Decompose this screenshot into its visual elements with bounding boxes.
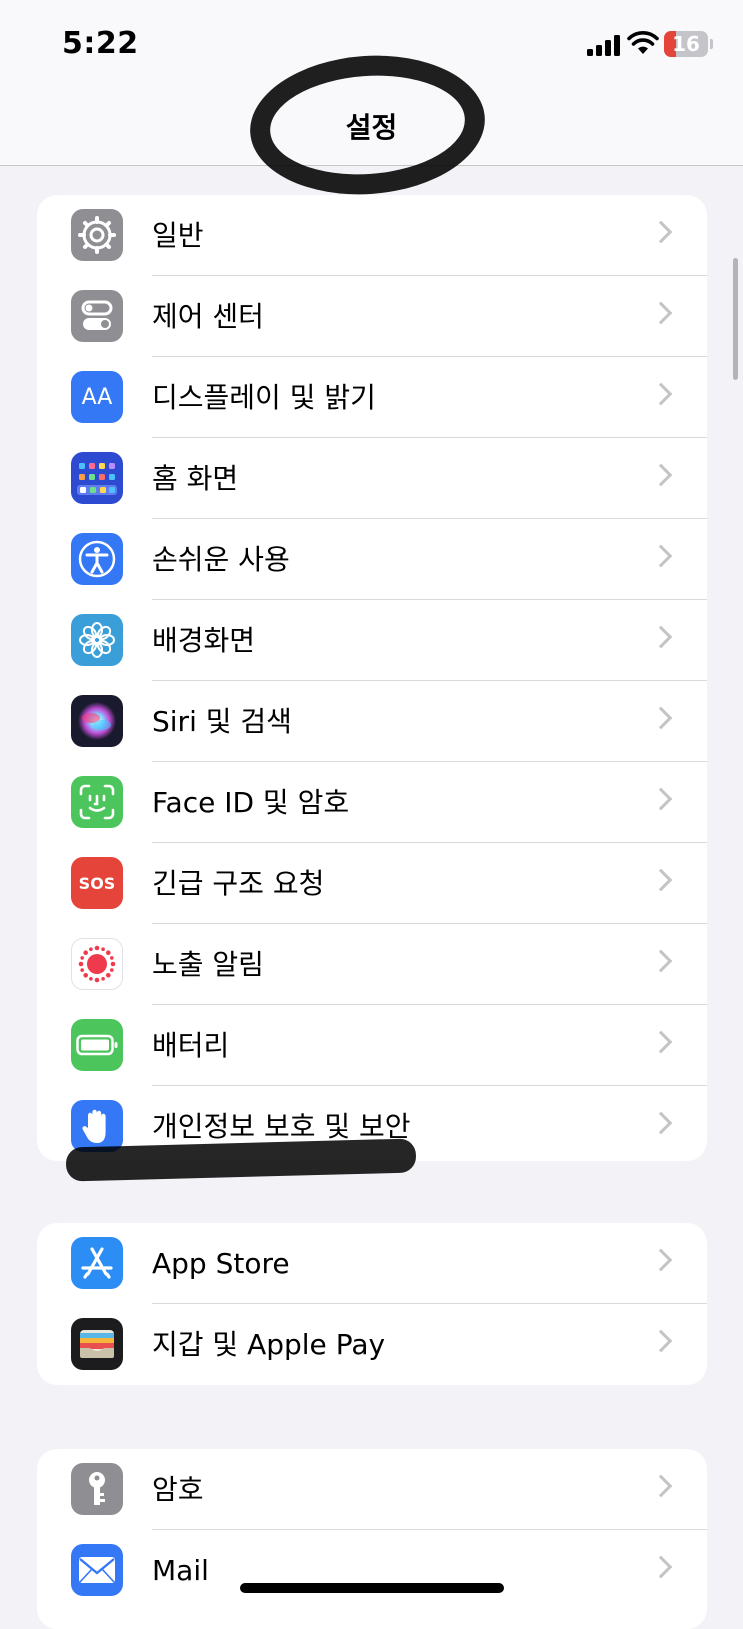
settings-row-label: 제어 센터 — [152, 300, 264, 333]
cellular-signal-icon — [587, 34, 621, 56]
wallpaper-icon — [71, 614, 123, 666]
settings-row-emergency-sos[interactable]: SOS 긴급 구조 요청 — [37, 843, 707, 924]
settings-row-wallet[interactable]: 지갑 및 Apple Pay — [37, 1304, 707, 1385]
settings-group-store: App Store 지갑 및 Apple Pay — [37, 1223, 707, 1385]
settings-row-label: 배터리 — [152, 1029, 230, 1062]
siri-icon — [71, 695, 123, 747]
settings-row-siri[interactable]: Siri 및 검색 — [37, 681, 707, 762]
chevron-right-icon — [649, 220, 673, 244]
settings-row-label: 노출 알림 — [152, 948, 264, 981]
face-id-icon — [71, 776, 123, 828]
battery-icon — [71, 1019, 123, 1071]
settings-row-wallpaper[interactable]: 배경화면 — [37, 600, 707, 681]
battery-level: 16 — [672, 32, 700, 56]
settings-row-label: 암호 — [152, 1473, 204, 1506]
settings-row-label: 홈 화면 — [152, 462, 239, 495]
settings-row-passwords[interactable]: 암호 — [37, 1449, 707, 1530]
settings-row-face-id[interactable]: Face ID 및 암호 — [37, 762, 707, 843]
settings-row-home-screen[interactable]: 홈 화면 — [37, 438, 707, 519]
settings-row-label: 디스플레이 및 밝기 — [152, 381, 376, 414]
settings-row-control-center[interactable]: 제어 센터 — [37, 276, 707, 357]
settings-row-label: Face ID 및 암호 — [152, 786, 350, 819]
settings-row-label: 일반 — [152, 219, 204, 252]
battery-tip — [710, 39, 713, 49]
chevron-right-icon — [649, 463, 673, 487]
settings-row-exposure-notifications[interactable]: 노출 알림 — [37, 924, 707, 1005]
chevron-right-icon — [649, 1111, 673, 1135]
wallet-icon — [71, 1318, 123, 1370]
display-icon-glyph: AA — [81, 384, 113, 410]
sos-icon: SOS — [71, 857, 123, 909]
settings-row-label: Siri 및 검색 — [152, 705, 292, 738]
settings-row-label: 손쉬운 사용 — [152, 543, 290, 576]
chevron-right-icon — [649, 1555, 673, 1579]
gear-icon — [71, 209, 123, 261]
settings-row-mail[interactable]: Mail — [37, 1530, 707, 1611]
exposure-icon — [71, 938, 123, 990]
chevron-right-icon — [649, 544, 673, 568]
wifi-icon — [627, 31, 659, 54]
home-indicator[interactable] — [240, 1583, 504, 1593]
accessibility-icon — [71, 533, 123, 585]
settings-row-label: 지갑 및 Apple Pay — [152, 1328, 386, 1361]
chevron-right-icon — [649, 1030, 673, 1054]
home-screen-icon — [71, 452, 123, 504]
key-icon — [71, 1463, 123, 1515]
chevron-right-icon — [649, 1248, 673, 1272]
settings-row-label: 배경화면 — [152, 624, 256, 657]
chevron-right-icon — [649, 706, 673, 730]
mail-icon — [71, 1544, 123, 1596]
chevron-right-icon — [649, 787, 673, 811]
chevron-right-icon — [649, 868, 673, 892]
hand-icon — [71, 1100, 123, 1152]
chevron-right-icon — [649, 382, 673, 406]
battery-indicator: 16 — [664, 31, 708, 57]
settings-row-label: App Store — [152, 1247, 290, 1280]
app-store-icon — [71, 1237, 123, 1289]
chevron-right-icon — [649, 1474, 673, 1498]
settings-row-label: Mail — [152, 1554, 209, 1587]
chevron-right-icon — [649, 1329, 673, 1353]
settings-group-system: 일반 제어 센터 AA 디스플레이 및 밝기 홈 화면 손쉬운 사용 배경화면 … — [37, 195, 707, 1161]
settings-row-display[interactable]: AA 디스플레이 및 밝기 — [37, 357, 707, 438]
chevron-right-icon — [649, 949, 673, 973]
chevron-right-icon — [649, 625, 673, 649]
scroll-indicator[interactable] — [733, 258, 738, 380]
control-center-icon — [71, 290, 123, 342]
settings-row-battery[interactable]: 배터리 — [37, 1005, 707, 1086]
settings-row-general[interactable]: 일반 — [37, 195, 707, 276]
status-time: 5:22 — [62, 26, 139, 61]
settings-row-label: 긴급 구조 요청 — [152, 867, 325, 900]
settings-group-apps: 암호 Mail — [37, 1449, 707, 1629]
settings-row-app-store[interactable]: App Store — [37, 1223, 707, 1304]
display-icon: AA — [71, 371, 123, 423]
sos-icon-glyph: SOS — [78, 873, 116, 893]
chevron-right-icon — [649, 301, 673, 325]
settings-row-accessibility[interactable]: 손쉬운 사용 — [37, 519, 707, 600]
